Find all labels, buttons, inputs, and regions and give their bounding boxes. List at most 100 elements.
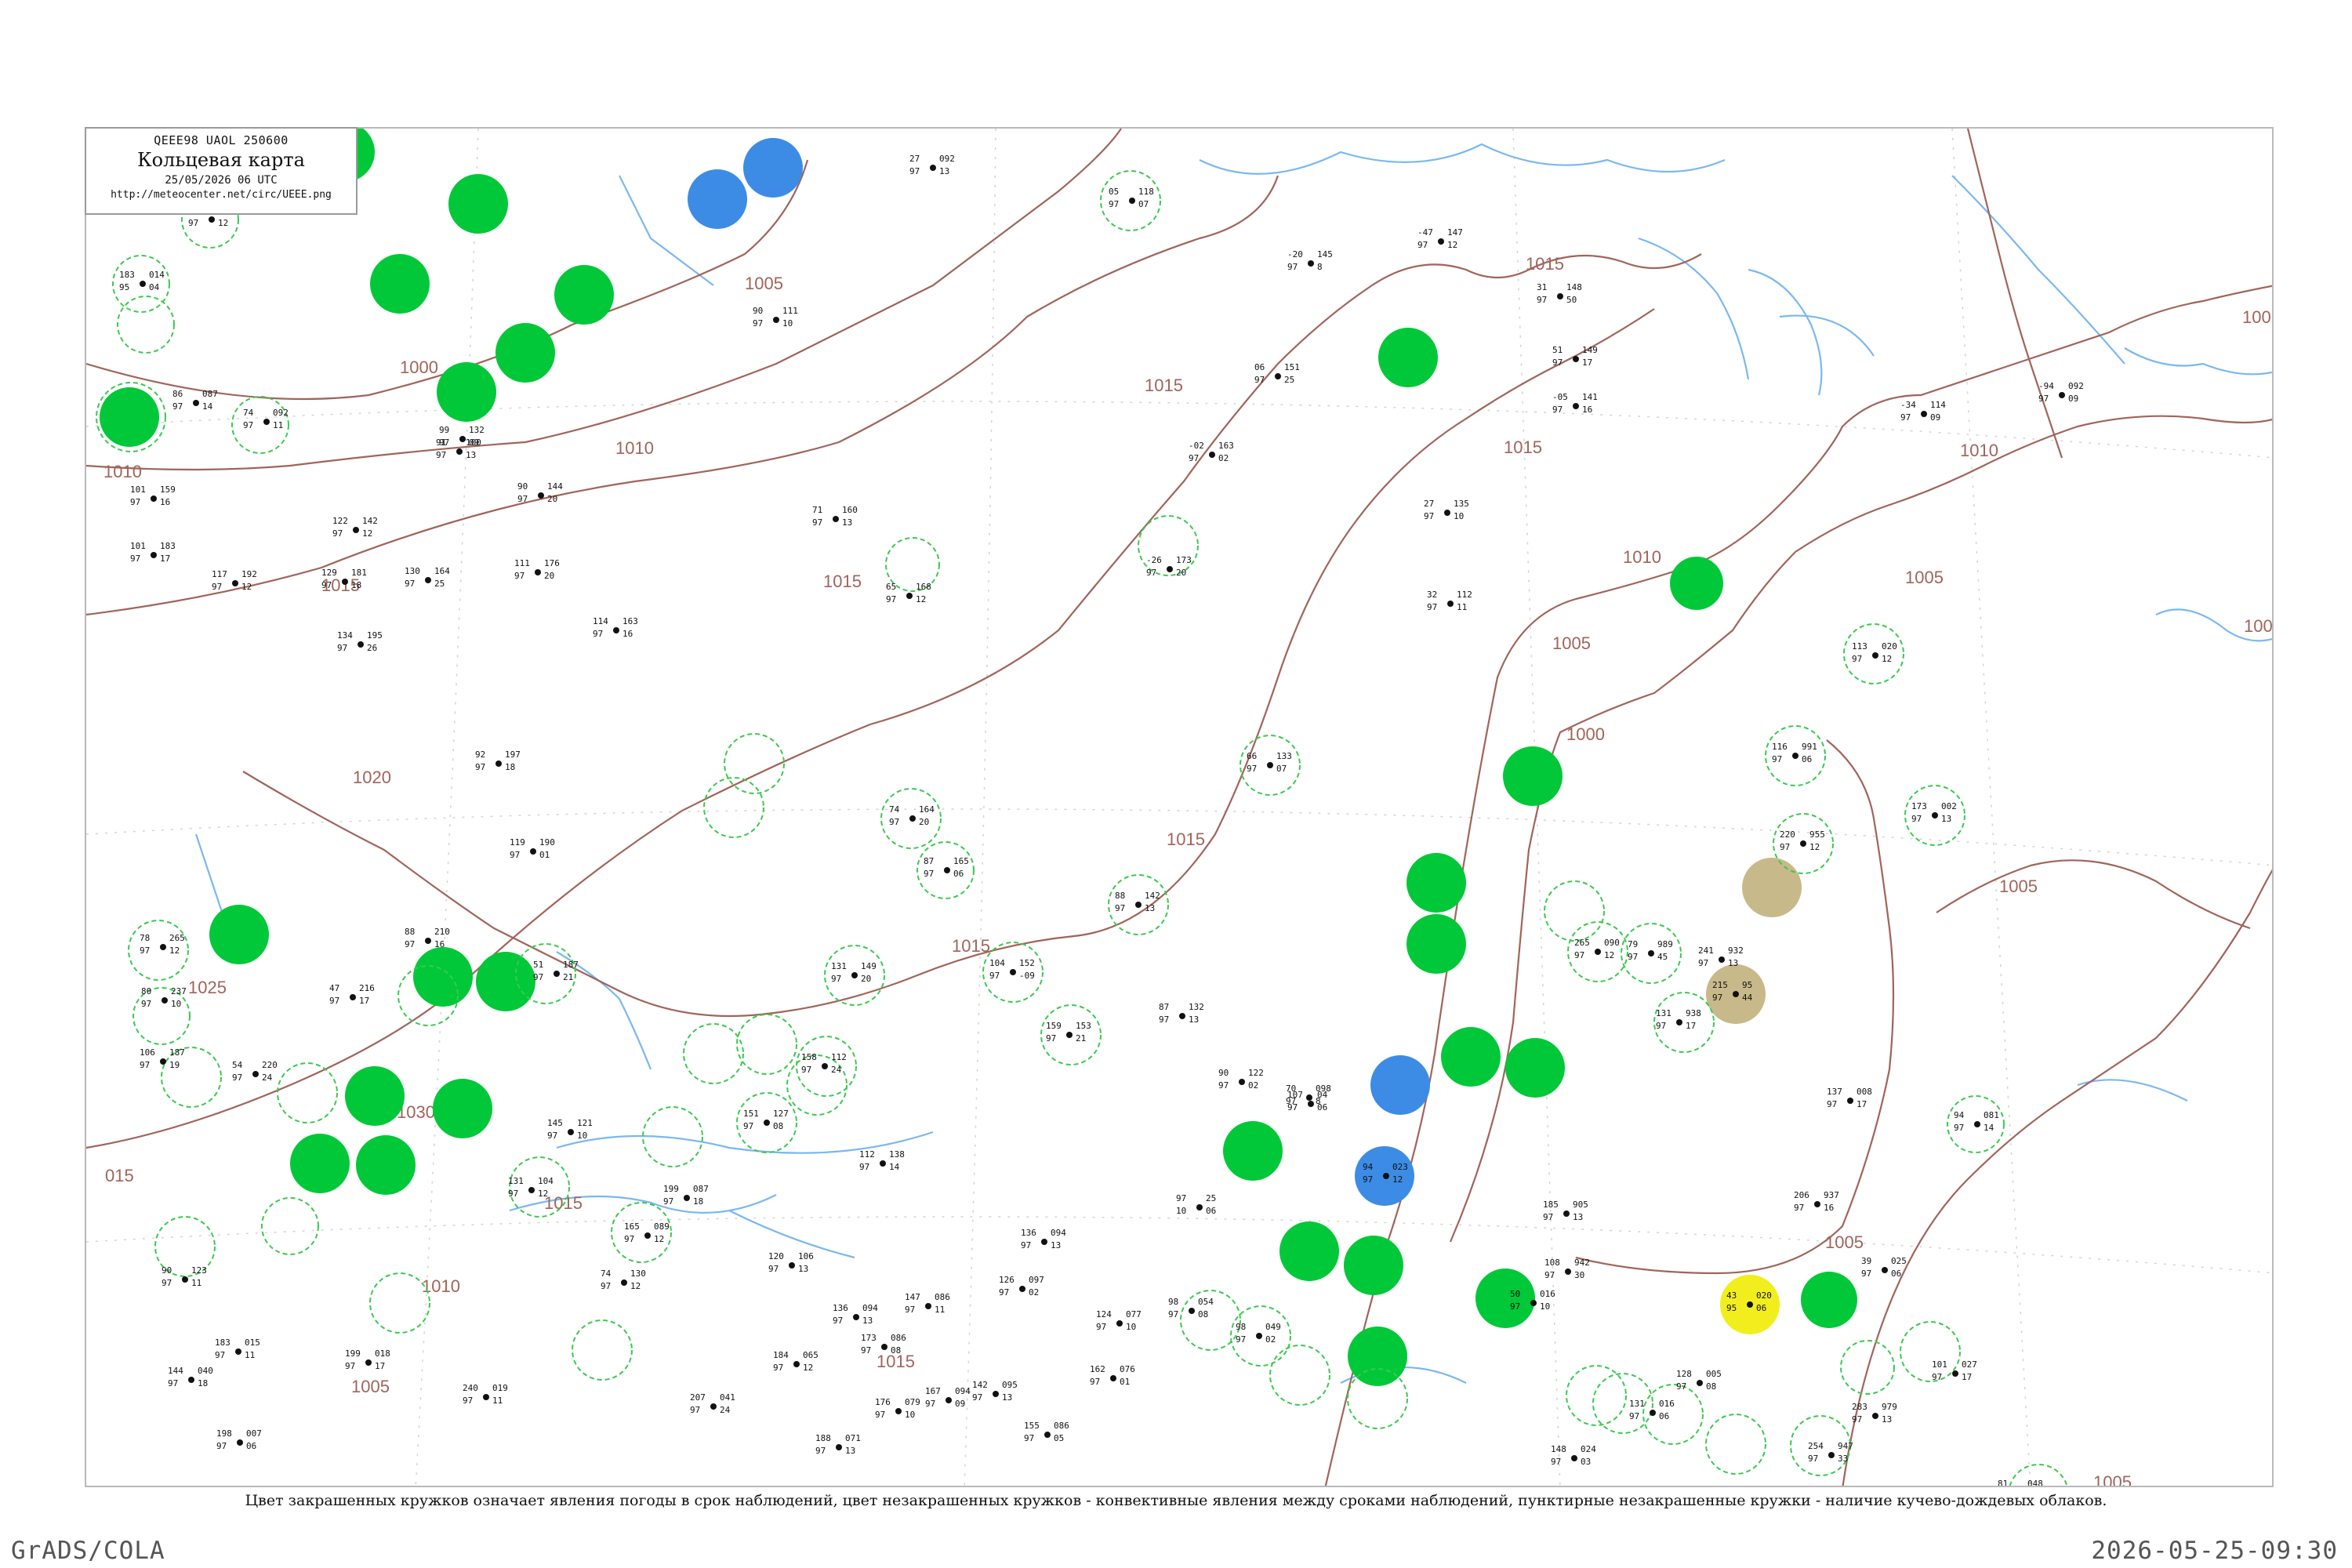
svg-text:241: 241 [1698,946,1714,956]
rain-circle [448,174,508,234]
station-model: 108 942 97 30 [1544,1258,1590,1280]
svg-text:90: 90 [1218,1068,1229,1078]
svg-text:131: 131 [1629,1399,1645,1409]
svg-text:97: 97 [1096,1322,1106,1332]
station-model: 188 071 97 13 [815,1433,861,1456]
svg-text:97: 97 [1794,1203,1804,1213]
svg-text:122: 122 [332,516,348,526]
isobar-label: 1005 [2093,1472,2132,1487]
station-model: 142 095 97 13 [972,1380,1018,1403]
station-model: 131 104 97 12 [508,1176,554,1199]
svg-text:02: 02 [1265,1334,1276,1345]
svg-text:10: 10 [1540,1301,1550,1312]
svg-text:99: 99 [439,425,449,435]
svg-text:13: 13 [1941,814,1951,824]
isobar-label: 1010 [1623,547,1661,567]
svg-text:97: 97 [345,1361,355,1371]
svg-text:145: 145 [547,1118,563,1128]
station-model: 158 112 97 24 [801,1052,847,1075]
rain-circle [476,952,535,1011]
station-model: 131 938 97 17 [1656,1008,1701,1031]
station-model: 147 086 97 11 [905,1292,950,1315]
svg-text:071: 071 [845,1433,861,1443]
svg-text:97: 97 [859,1162,869,1172]
cb-circle [703,777,764,838]
station-model: 97 25 10 06 [1176,1193,1216,1216]
svg-text:020: 020 [1882,641,1897,652]
svg-text:97: 97 [1363,1174,1373,1185]
isobar-label: 1015 [1504,437,1542,457]
svg-text:989: 989 [1657,939,1673,949]
station-model: 126 097 97 02 [999,1275,1044,1298]
svg-text:198: 198 [216,1428,232,1439]
cb-circle [261,1197,319,1255]
svg-text:97: 97 [624,1234,634,1244]
station-model: 136 094 97 13 [833,1303,878,1326]
isobar-label: 1005 [1999,877,2038,896]
svg-text:97: 97 [547,1131,557,1141]
svg-text:065: 065 [803,1350,818,1360]
rain-circle [290,1134,350,1193]
svg-text:17: 17 [1857,1099,1867,1109]
svg-text:183: 183 [215,1338,230,1348]
source-url[interactable]: http://meteocenter.net/circ/UEEE.png [86,189,356,201]
svg-text:131: 131 [1656,1008,1671,1018]
svg-text:215: 215 [1712,980,1728,990]
isobar-label: 1010 [1960,441,1998,460]
station-model: 155 086 97 05 [1024,1421,1069,1443]
svg-text:265: 265 [169,933,185,943]
svg-text:97: 97 [1827,1099,1837,1109]
svg-text:97: 97 [924,869,934,879]
svg-text:-47: -47 [1417,227,1433,238]
svg-text:97: 97 [329,996,339,1006]
svg-text:932: 932 [1728,946,1744,956]
svg-text:016: 016 [1540,1289,1555,1299]
rain-circle [554,265,614,325]
station-model: 185 905 97 13 [1543,1200,1588,1222]
svg-text:090: 090 [1604,938,1620,948]
station-model: 162 076 97 01 [1090,1364,1135,1387]
svg-text:90: 90 [517,481,528,492]
observation-datetime: 25/05/2026 06 UTC [165,174,278,187]
svg-text:081: 081 [1984,1110,1999,1120]
rain-circle [413,947,473,1007]
station-model: 74 130 97 12 [601,1269,646,1291]
svg-text:50: 50 [1510,1289,1520,1299]
station-model: 265 090 97 12 [1574,938,1620,960]
svg-text:97: 97 [1932,1372,1942,1382]
svg-text:97: 97 [475,762,485,772]
synoptic-map: 1005 1000 1010 1010 1015 1015 1015 1020 … [86,129,2272,1487]
svg-text:937: 937 [1824,1190,1839,1200]
svg-text:167: 167 [925,1386,941,1396]
svg-text:127: 127 [773,1109,789,1119]
svg-text:152: 152 [1019,958,1035,968]
station-model: 54 220 97 24 [232,1060,278,1083]
svg-text:12: 12 [218,218,228,228]
svg-text:20: 20 [1176,568,1186,578]
rain-circle [345,1066,405,1126]
rain-circle [433,1079,492,1138]
isobar-label: 1000 [400,358,438,377]
svg-text:119: 119 [510,837,525,848]
fog-circle [1742,858,1802,917]
svg-text:04: 04 [149,282,160,292]
svg-text:8: 8 [1317,262,1323,272]
svg-text:90: 90 [753,306,763,316]
render-timestamp: 2026-05-25-09:30 [2091,1537,2338,1565]
svg-text:938: 938 [1686,1008,1701,1018]
station-model: 39 025 97 06 [1861,1256,1907,1279]
svg-text:97: 97 [436,450,446,460]
svg-text:97: 97 [690,1405,700,1415]
svg-text:12: 12 [916,594,926,604]
svg-text:97: 97 [1911,814,1922,824]
svg-text:094: 094 [955,1386,971,1396]
svg-text:13: 13 [1002,1392,1012,1403]
svg-text:21: 21 [563,972,573,982]
svg-text:192: 192 [241,569,257,579]
svg-text:16: 16 [1582,405,1592,415]
svg-text:-20: -20 [1287,249,1303,260]
isobar-label: 1020 [353,768,391,787]
svg-text:087: 087 [693,1184,709,1194]
svg-text:149: 149 [861,961,877,971]
svg-text:97: 97 [1090,1377,1100,1387]
